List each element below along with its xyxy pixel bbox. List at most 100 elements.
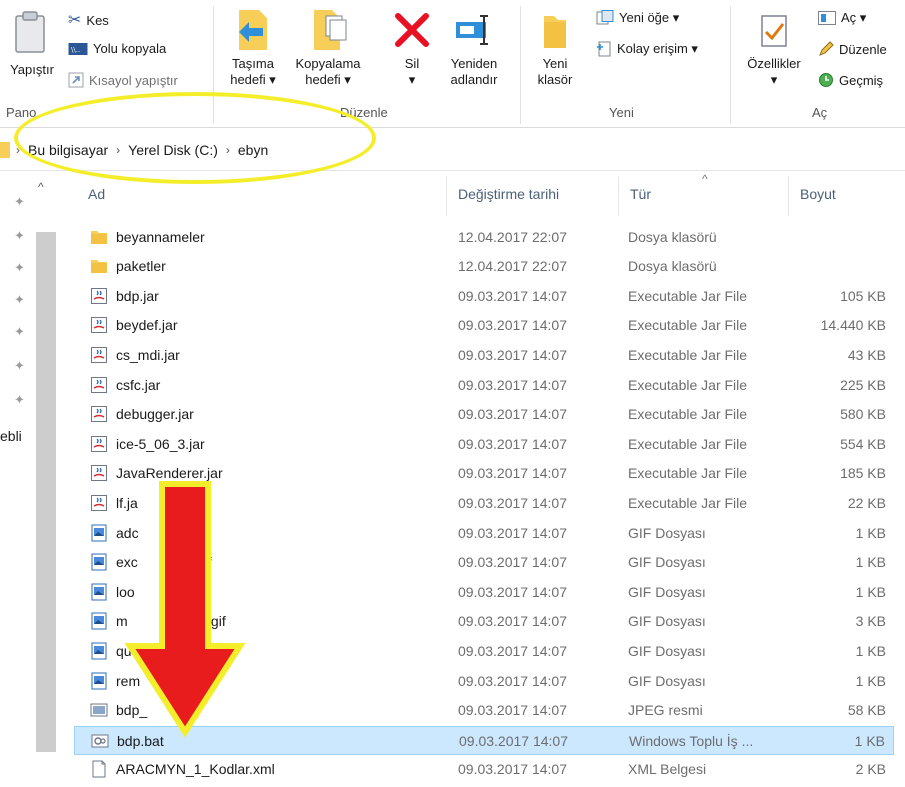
file-name: cs_mdi.jar	[116, 346, 180, 363]
ribbon: Yapıştır ✂ Kes \\.. Yolu kopyala Kısayol…	[0, 0, 905, 128]
file-row[interactable]: m anligi.gif 09.03.2017 14:07 GIF Dosyası 3…	[74, 607, 894, 636]
pin-icon[interactable]: ✦	[14, 324, 25, 340]
image-icon	[91, 524, 107, 541]
file-row[interactable]: JavaRenderer.jar 09.03.2017 14:07 Executab…	[74, 459, 894, 488]
file-row[interactable]: loo n.gif 09.03.2017 14:07 GIF Dosyası 1 KB	[74, 578, 894, 607]
column-divider[interactable]	[788, 176, 789, 216]
new-folder-icon	[544, 16, 566, 48]
file-row[interactable]: cs_mdi.jar 09.03.2017 14:07 Executable Jar…	[74, 341, 894, 370]
file-type: XML Belgesi	[628, 761, 707, 778]
move-to-icon	[239, 10, 267, 50]
file-row[interactable]: rem gif 09.03.2017 14:07 GIF Dosyası 1 KB	[74, 667, 894, 696]
file-row[interactable]: exc ort.gif 09.03.2017 14:07 GIF Dosyası 1 …	[74, 548, 894, 577]
address-bar[interactable]: › Bu bilgisayar › Yerel Disk (C:) › ebyn	[0, 129, 905, 171]
file-size: 554 KB	[840, 435, 886, 452]
pin-icon[interactable]: ✦	[14, 392, 25, 408]
group-divider	[520, 6, 521, 124]
file-row[interactable]: beyannameler 12.04.2017 22:07 Dosya klasör…	[74, 223, 894, 252]
file-type: Executable Jar File	[628, 465, 748, 482]
chevron-right-icon[interactable]: ›	[14, 143, 22, 157]
properties-label-2: ▾	[770, 72, 778, 87]
new-item-label: Yeni öğe ▾	[619, 10, 680, 25]
column-header-size[interactable]: Boyut	[800, 186, 836, 202]
paste-shortcut-button[interactable]: Kısayol yapıştır	[68, 72, 178, 88]
breadcrumb-ebyn[interactable]: ebyn	[232, 142, 274, 158]
edit-label: Düzenle	[839, 41, 887, 57]
file-row[interactable]: bdp.jar 09.03.2017 14:07 Executable Jar Fi…	[74, 282, 894, 311]
cut-label: Kes	[86, 12, 109, 28]
new-item-button[interactable]: Yeni öğe ▾	[596, 10, 679, 26]
jar-icon	[91, 287, 107, 304]
file-name: beyannameler	[116, 228, 205, 245]
file-row[interactable]: csfc.jar 09.03.2017 14:07 Executable Jar F…	[74, 371, 894, 400]
pin-icon[interactable]: ✦	[14, 194, 25, 210]
file-date: 09.03.2017 14:07	[458, 642, 567, 659]
jar-icon	[91, 494, 107, 511]
clipboard-icon	[15, 11, 45, 53]
file-size: 3 KB	[855, 613, 886, 630]
column-divider[interactable]	[618, 176, 619, 216]
file-size: 1 KB	[855, 642, 886, 659]
pin-icon[interactable]: ✦	[14, 292, 25, 308]
column-header-name[interactable]: Ad	[88, 186, 105, 202]
copy-path-button[interactable]: \\.. Yolu kopyala	[68, 41, 166, 56]
file-name: csfc.jar	[116, 376, 161, 393]
new-folder-button[interactable]: Yeni klasör	[526, 6, 584, 88]
rename-button[interactable]: Yeniden adlandır	[440, 6, 508, 88]
pin-icon[interactable]: ✦	[14, 358, 25, 374]
history-button[interactable]: Geçmiş	[818, 72, 883, 88]
yeni-group-label: Yeni	[609, 105, 634, 120]
pin-icon[interactable]: ✦	[14, 260, 25, 276]
file-name: rem gif	[116, 672, 194, 689]
copy-to-icon	[314, 10, 347, 50]
open-icon	[818, 11, 836, 25]
file-date: 12.04.2017 22:07	[458, 228, 567, 245]
chevron-up-icon[interactable]: ^	[38, 180, 44, 194]
jpeg-icon	[90, 703, 108, 717]
file-name: bdp.bat	[117, 732, 164, 749]
breadcrumb-local-disk[interactable]: Yerel Disk (C:)	[122, 142, 224, 158]
copy-to-button[interactable]: Kopyalama hedefi ▾	[288, 6, 368, 88]
edit-button[interactable]: Düzenle	[818, 41, 887, 57]
column-divider[interactable]	[446, 176, 447, 216]
column-header-type[interactable]: Tür	[630, 186, 651, 202]
file-row[interactable]: ARACMYN_1_Kodlar.xml 09.03.2017 14:07 XML …	[74, 755, 894, 784]
pin-icon[interactable]: ✦	[14, 228, 25, 244]
open-button[interactable]: Aç ▾	[818, 10, 866, 26]
column-header-date[interactable]: Değiştirme tarihi	[458, 186, 559, 202]
properties-icon	[761, 15, 787, 47]
nav-item-partial-label[interactable]: ebli	[0, 428, 22, 444]
move-to-button[interactable]: Taşıma hedefi ▾	[222, 6, 284, 88]
delete-button[interactable]: Sil ▾	[388, 6, 436, 88]
cut-button[interactable]: ✂ Kes	[68, 10, 109, 30]
paste-button[interactable]: Yapıştır	[0, 10, 60, 77]
file-size: 185 KB	[840, 465, 886, 482]
file-name: lf.ja	[116, 494, 138, 511]
file-name: beydef.jar	[116, 317, 178, 334]
copy-to-label-1: Kopyalama	[295, 56, 361, 71]
jar-icon	[91, 317, 107, 334]
chevron-right-icon[interactable]: ›	[224, 143, 232, 157]
breadcrumb-this-pc[interactable]: Bu bilgisayar	[22, 142, 114, 158]
file-row[interactable]: debugger.jar 09.03.2017 14:07 Executable J…	[74, 400, 894, 429]
nav-scrollbar-thumb[interactable]	[36, 232, 56, 752]
chevron-right-icon[interactable]: ›	[114, 143, 122, 157]
file-type: GIF Dosyası	[628, 554, 706, 571]
delete-label-2: ▾	[408, 72, 416, 87]
file-row[interactable]: adc 09.03.2017 14:07 GIF Dosyası 1 KB	[74, 519, 894, 548]
duzenle-group-label: Düzenle	[340, 105, 388, 120]
rename-label-1: Yeniden	[450, 56, 498, 71]
easy-access-icon	[597, 41, 611, 57]
properties-button[interactable]: Özellikler ▾	[734, 6, 814, 88]
file-row[interactable]: bdp_ .jpg 09.03.2017 14:07 JPEG resmi 58 KB	[74, 696, 894, 725]
file-row[interactable]: beydef.jar 09.03.2017 14:07 Executable Jar…	[74, 311, 894, 340]
file-row[interactable]: bdp.bat 09.03.2017 14:07 Windows Toplu İş …	[74, 725, 894, 755]
file-row[interactable]: ice-5_06_3.jar 09.03.2017 14:07 Executable…	[74, 430, 894, 459]
file-row[interactable]: qu gif 09.03.2017 14:07 GIF Dosyası 1 KB	[74, 637, 894, 666]
easy-access-button[interactable]: Kolay erişim ▾	[596, 41, 698, 57]
file-row[interactable]: paketler 12.04.2017 22:07 Dosya klasörü	[74, 252, 894, 281]
file-type: Executable Jar File	[628, 494, 748, 511]
file-type: GIF Dosyası	[628, 642, 706, 659]
image-icon	[91, 553, 107, 571]
file-row[interactable]: lf.ja 09.03.2017 14:07 Executable Jar File…	[74, 489, 894, 518]
